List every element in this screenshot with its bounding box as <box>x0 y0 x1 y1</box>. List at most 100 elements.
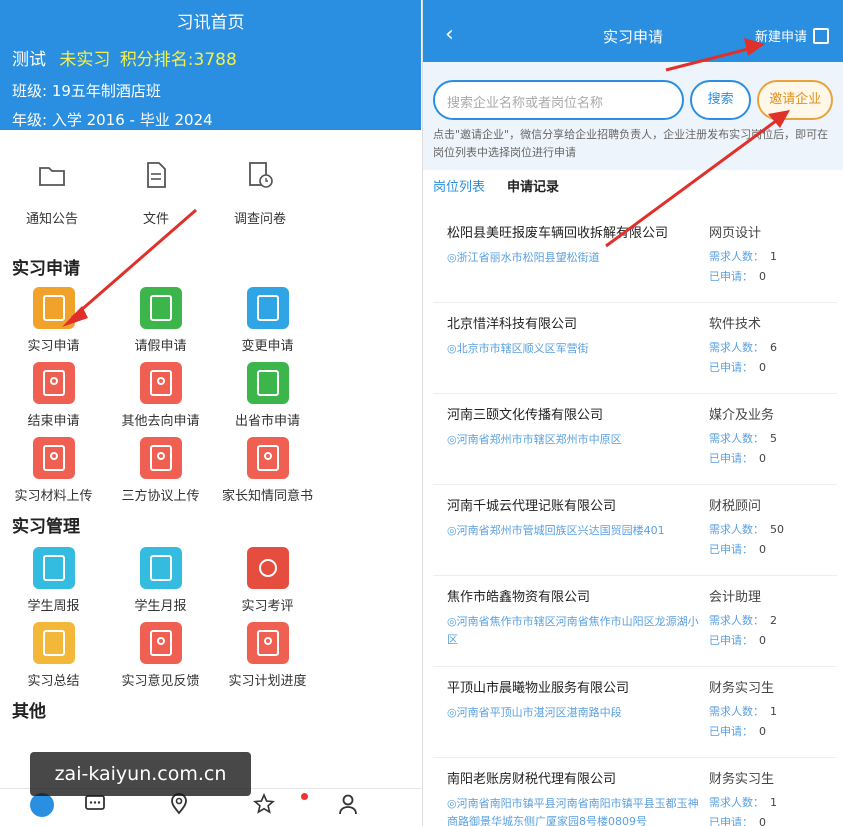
company-address: 浙江省丽水市松阳县望松街道 <box>447 249 707 267</box>
menu-feedback[interactable]: 实习意见反馈 <box>107 622 214 697</box>
menu-label: 其他去向申请 <box>121 414 200 429</box>
monthly-report-icon <box>139 547 182 589</box>
list-item[interactable]: 松阳县美旺报废车辆回收拆解有限公司 浙江省丽水市松阳县望松街道 网页设计 需求人… <box>433 212 837 303</box>
applied-count: 已申请： 0 <box>709 543 766 556</box>
position-category: 软件技术 <box>709 317 762 332</box>
company-address: 河南省焦作市市辖区河南省焦作市山阳区龙源湖小区 <box>447 613 707 649</box>
tab-favorites[interactable] <box>252 789 337 826</box>
student-summary: 测试 未实习 积分排名:3788 <box>12 45 409 70</box>
menu-weekly-report[interactable]: 学生周报 <box>0 547 107 622</box>
quick-notice[interactable]: 通知公告 <box>0 160 104 250</box>
certificate-icon <box>246 437 289 479</box>
company-name: 松阳县美旺报废车辆回收拆解有限公司 <box>447 226 669 241</box>
section-title-manage: 实习管理 <box>12 517 80 537</box>
search-input[interactable]: 搜索企业名称或者岗位名称 <box>433 80 684 120</box>
position-category: 财务实习生 <box>709 772 775 787</box>
position-category: 会计助理 <box>709 590 762 605</box>
company-address: 河南省郑州市管城回族区兴达国贸园楼401 <box>447 522 707 540</box>
company-name: 河南千城云代理记账有限公司 <box>447 499 617 514</box>
list-item[interactable]: 北京惜洋科技有限公司 北京市市辖区顺义区军营街 软件技术 需求人数：6 已申请：… <box>433 303 837 394</box>
internship-status: 未实习 <box>59 50 111 70</box>
company-list: 松阳县美旺报废车辆回收拆解有限公司 浙江省丽水市松阳县望松街道 网页设计 需求人… <box>433 212 837 826</box>
menu-change-apply[interactable]: 变更申请 <box>214 287 321 362</box>
quick-survey-label: 调查问卷 <box>233 212 286 227</box>
survey-clock-icon <box>249 162 273 188</box>
applied-count: 已申请： 0 <box>709 270 766 283</box>
star-icon <box>252 792 275 814</box>
invite-company-button[interactable]: 邀请企业 <box>757 80 833 120</box>
company-name: 焦作市皓鑫物资有限公司 <box>447 590 591 605</box>
applied-count: 已申请： 0 <box>709 452 766 465</box>
applied-count: 已申请： 0 <box>709 725 766 738</box>
class-info: 班级: 19五年制酒店班 <box>12 82 161 100</box>
quick-file[interactable]: 文件 <box>104 160 208 250</box>
location-pin-icon <box>171 793 188 815</box>
quick-file-label: 文件 <box>142 212 169 227</box>
weekly-report-icon <box>32 547 75 589</box>
apply-header: ‹ 实习申请 新建申请 <box>423 0 843 62</box>
need-count: 需求人数： 5 <box>709 432 777 445</box>
menu-end-apply[interactable]: 结束申请 <box>0 362 107 437</box>
list-item[interactable]: 平顶山市晨曦物业服务有限公司 河南省平顶山市湛河区湛南路中段 财务实习生 需求人… <box>433 667 837 758</box>
certificate-icon <box>32 362 75 404</box>
menu-material-upload[interactable]: 实习材料上传 <box>0 437 107 512</box>
menu-evaluation[interactable]: 实习考评 <box>214 547 321 622</box>
menu-internship-apply[interactable]: 实习申请 <box>0 287 107 362</box>
page-title: 习讯首页 <box>176 13 245 33</box>
menu-label: 三方协议上传 <box>121 489 200 504</box>
quick-notice-label: 通知公告 <box>25 212 78 227</box>
list-item[interactable]: 河南千城云代理记账有限公司 河南省郑州市管城回族区兴达国贸园楼401 财税顾问 … <box>433 485 837 576</box>
menu-leave-apply[interactable]: 请假申请 <box>107 287 214 362</box>
company-address: 河南省平顶山市湛河区湛南路中段 <box>447 704 707 722</box>
home-screen: 习讯首页 测试 未实习 积分排名:3788 班级: 19五年制酒店班 年级: 入… <box>0 0 421 826</box>
calendar-add-icon <box>246 362 289 404</box>
search-bar: 搜索企业名称或者岗位名称 搜索 邀请企业 <box>433 80 833 120</box>
student-name: 测试 <box>12 50 46 70</box>
list-item[interactable]: 河南三颐文化传播有限公司 河南省郑州市市辖区郑州市中原区 媒介及业务 需求人数：… <box>433 394 837 485</box>
company-name: 河南三颐文化传播有限公司 <box>447 408 604 423</box>
company-name: 平顶山市晨曦物业服务有限公司 <box>447 681 630 696</box>
applied-count: 已申请： 0 <box>709 816 766 826</box>
certificate-icon <box>139 622 182 664</box>
menu-label: 实习考评 <box>241 599 294 614</box>
position-category: 网页设计 <box>709 226 762 241</box>
watermark: zai-kaiyun.com.cn <box>30 752 251 796</box>
menu-other-destination[interactable]: 其他去向申请 <box>107 362 214 437</box>
tab-positions[interactable]: 岗位列表 <box>433 176 485 195</box>
position-category: 财税顾问 <box>709 499 762 514</box>
menu-label: 请假申请 <box>134 339 187 354</box>
certificate-icon <box>246 622 289 664</box>
document-icon <box>147 162 166 188</box>
menu-leave-province[interactable]: 出省市申请 <box>214 362 321 437</box>
manage-grid: 学生周报 学生月报 实习考评 实习总结 实习意见反馈 实习计划进度 <box>0 547 421 697</box>
notification-dot <box>300 793 308 800</box>
list-item[interactable]: 南阳老账房财税代理有限公司 河南省南阳市镇平县河南省南阳市镇平县玉都玉神商路御景… <box>433 758 837 826</box>
menu-monthly-report[interactable]: 学生月报 <box>107 547 214 622</box>
menu-label: 实习材料上传 <box>14 489 93 504</box>
need-count: 需求人数： 1 <box>709 796 777 809</box>
need-count: 需求人数： 1 <box>709 705 777 718</box>
section-title-other: 其他 <box>12 702 46 722</box>
company-name: 南阳老账房财税代理有限公司 <box>447 772 617 787</box>
applied-count: 已申请： 0 <box>709 634 766 647</box>
new-application-button[interactable]: 新建申请 <box>755 26 829 45</box>
menu-plan-progress[interactable]: 实习计划进度 <box>214 622 321 697</box>
menu-agreement-upload[interactable]: 三方协议上传 <box>107 437 214 512</box>
search-button[interactable]: 搜索 <box>689 80 752 120</box>
certificate-icon <box>32 437 75 479</box>
tab-profile[interactable] <box>337 789 421 826</box>
list-tabs: 岗位列表 申请记录 <box>433 176 559 195</box>
applied-count: 已申请： 0 <box>709 361 766 374</box>
position-category: 媒介及业务 <box>709 408 775 423</box>
menu-label: 出省市申请 <box>234 414 300 429</box>
menu-parent-consent[interactable]: 家长知情同意书 <box>214 437 321 512</box>
tab-records[interactable]: 申请记录 <box>507 176 559 195</box>
apply-grid: 实习申请 请假申请 变更申请 结束申请 其他去向申请 出省市申请 实习材料上传 <box>0 287 421 512</box>
notebook-icon <box>32 287 75 329</box>
internship-apply-screen: ‹ 实习申请 新建申请 搜索企业名称或者岗位名称 搜索 邀请企业 点击"邀请企业… <box>422 0 843 826</box>
need-count: 需求人数： 6 <box>709 341 777 354</box>
list-item[interactable]: 焦作市皓鑫物资有限公司 河南省焦作市市辖区河南省焦作市山阳区龙源湖小区 会计助理… <box>433 576 837 667</box>
menu-label: 家长知情同意书 <box>221 489 313 504</box>
menu-summary[interactable]: 实习总结 <box>0 622 107 697</box>
quick-survey[interactable]: 调查问卷 <box>208 160 312 250</box>
